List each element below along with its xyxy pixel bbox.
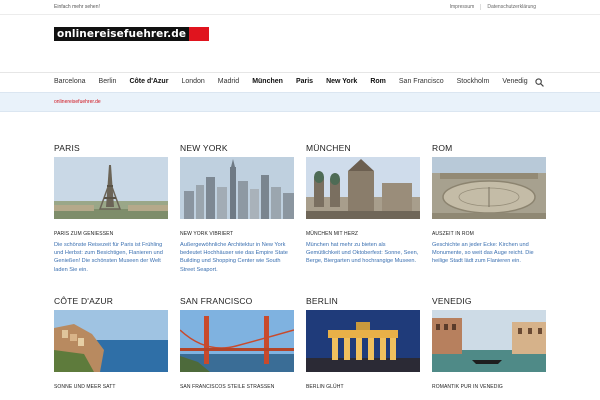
logo-text: onlinereisefuehrer.de [54,27,190,41]
card-subtitle: MÜNCHEN MIT HERZ [306,231,359,237]
photo-berlin[interactable] [306,310,420,372]
card-subtitle: PARIS ZUM GENIESSEN [54,231,114,237]
card-subtitle: BERLIN GLÜHT [306,384,344,390]
nav-item[interactable]: Rom [370,78,386,85]
photo-rom[interactable] [432,157,546,219]
card-title[interactable]: BERLIN [306,296,420,310]
nav-item[interactable]: Barcelona [54,78,86,85]
golden-gate-image [180,310,294,372]
search-icon[interactable] [535,78,544,87]
breadcrumb-bar: onlinereisefuehrer.de [0,92,600,112]
card-rom[interactable]: ROM AUSZEIT IN ROM Geschichte an jeder E… [432,143,546,266]
photo-muenchen[interactable] [306,157,420,219]
photo-paris[interactable] [54,157,168,219]
card-title[interactable]: SAN FRANCISCO [180,296,294,310]
card-title[interactable]: NEW YORK [180,143,294,157]
card-title[interactable]: CÔTE D'AZUR [54,296,168,310]
card-subtitle: SONNE UND MEER SATT [54,384,116,390]
card-description[interactable]: Die schönste Reisezeit für Paris ist Frü… [54,241,168,274]
nav-item[interactable]: Paris [296,78,313,85]
nav-item[interactable]: Côte d'Azur [129,78,168,85]
photo-cote-dazur[interactable] [54,310,168,372]
card-new-york[interactable]: NEW YORK NEW YORK VIBRIERT Außergewöhnli… [180,143,294,274]
nav-item[interactable]: München [252,78,283,85]
frauenkirche-image [306,157,420,219]
impressum-link[interactable]: Impressum [444,4,481,10]
nav-item[interactable]: New York [326,78,357,85]
photo-new-york[interactable] [180,157,294,219]
card-title[interactable]: MÜNCHEN [306,143,420,157]
top-links: Impressum Datenschutzerklärung [444,4,542,10]
site-tagline: Einfach mehr sehen! [54,4,100,10]
top-bar: Einfach mehr sehen! Impressum Datenschut… [0,0,600,15]
card-description[interactable]: Außergewöhnliche Architektur in New York… [180,241,294,274]
breadcrumb[interactable]: onlinereisefuehrer.de [54,99,101,105]
photo-san-francisco[interactable] [180,310,294,372]
card-muenchen[interactable]: MÜNCHEN MÜNCHEN MIT HERZ München hat meh… [306,143,420,266]
site-logo[interactable]: onlinereisefuehrer.de [54,27,209,41]
brandenburg-gate-image [306,310,420,372]
card-title[interactable]: PARIS [54,143,168,157]
logo-red-bar [189,27,209,41]
card-subtitle: ROMANTIK PUR IN VENEDIG [432,384,503,390]
nav-item[interactable]: Madrid [218,78,239,85]
eiffel-tower-image [54,157,168,219]
nav-items: Barcelona Berlin Côte d'Azur London Madrid Mü… [54,78,541,85]
card-description[interactable]: Geschichte an jeder Ecke: Kirchen und Mo… [432,241,546,266]
nav-item[interactable]: London [181,78,204,85]
nav-item[interactable]: Venedig [502,78,527,85]
nav-item[interactable]: Stockholm [457,78,490,85]
skyline-image [180,157,294,219]
card-title[interactable]: VENEDIG [432,296,546,310]
card-paris[interactable]: PARIS PARIS ZUM GENIESSEN Die schönste R… [54,143,168,274]
grand-canal-image [432,310,546,372]
card-berlin[interactable]: BERLIN BERLIN GLÜHT [306,296,420,390]
card-subtitle: NEW YORK VIBRIERT [180,231,234,237]
nav-item[interactable]: Berlin [99,78,117,85]
card-subtitle: AUSZEIT IN ROM [432,231,474,237]
datenschutz-link[interactable]: Datenschutzerklärung [480,4,542,10]
nav-item[interactable]: San Francisco [399,78,444,85]
card-description[interactable]: München hat mehr zu bieten als Gemütlich… [306,241,420,266]
card-title[interactable]: ROM [432,143,546,157]
card-san-francisco[interactable]: SAN FRANCISCO SAN FRANCISCOS STEILE STRA… [180,296,294,390]
card-subtitle: SAN FRANCISCOS STEILE STRASSEN [180,384,275,390]
card-venedig[interactable]: VENEDIG ROMANTIK PUR IN VENEDIG [432,296,546,390]
photo-venedig[interactable] [432,310,546,372]
st-peters-square-image [432,157,546,219]
main-nav: Barcelona Berlin Côte d'Azur London Madrid Mü… [0,72,600,92]
coastal-village-image [54,310,168,372]
card-cote-dazur[interactable]: CÔTE D'AZUR SONNE UND MEER SATT [54,296,168,390]
